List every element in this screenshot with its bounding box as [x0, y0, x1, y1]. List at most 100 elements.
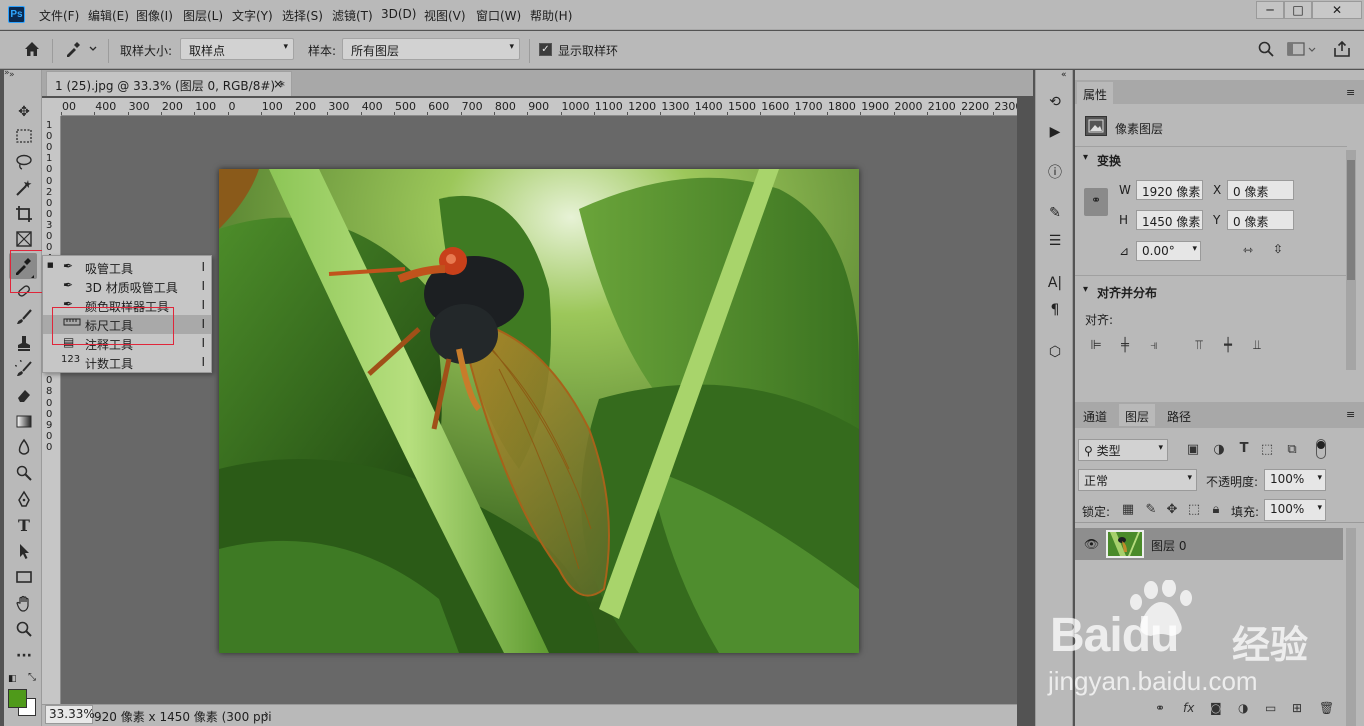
align-center-v-icon[interactable]: ┿ — [1220, 338, 1236, 353]
menu-layer[interactable]: 图层(L) — [183, 7, 223, 24]
width-field[interactable]: 1920 像素 — [1136, 180, 1203, 200]
hand-tool-icon[interactable] — [14, 594, 34, 614]
panel-menu-icon[interactable]: ≡ — [1346, 86, 1355, 99]
home-icon[interactable] — [22, 39, 42, 59]
marquee-tool-icon[interactable] — [14, 127, 34, 147]
zoom-level-field[interactable]: 33.33% — [45, 705, 95, 724]
angle-field[interactable]: 0.00° ▾ — [1136, 241, 1201, 261]
document-tab[interactable]: 1 (25).jpg @ 33.3% (图层 0, RGB/8#) * × — [46, 71, 292, 96]
default-colors-icon[interactable]: ◧ — [8, 674, 17, 684]
info-icon[interactable]: ⓘ — [1045, 163, 1065, 183]
align-top-icon[interactable]: ⫪ — [1191, 338, 1207, 353]
layer-name[interactable]: 图层 0 — [1151, 537, 1186, 554]
path-selection-tool-icon[interactable] — [14, 542, 34, 562]
eyedropper-preset-icon[interactable] — [62, 39, 100, 59]
move-tool-icon[interactable]: ✥ — [14, 102, 34, 122]
search-icon[interactable] — [1257, 40, 1275, 58]
blend-mode-select[interactable]: 正常 ▾ — [1078, 469, 1197, 491]
fill-field[interactable]: 100% ▾ — [1264, 499, 1326, 521]
menu-3d[interactable]: 3D(D) — [381, 7, 416, 21]
collapse-chevron-icon[interactable]: ▾ — [1083, 152, 1088, 163]
frame-tool-icon[interactable] — [14, 230, 34, 250]
x-field[interactable]: 0 像素 — [1227, 180, 1294, 200]
stamp-tool-icon[interactable] — [14, 334, 34, 354]
brush-settings-icon[interactable]: ✎ — [1045, 203, 1065, 223]
filter-shape-icon[interactable]: ⬚ — [1259, 442, 1275, 457]
menu-view[interactable]: 视图(V) — [424, 7, 466, 24]
character-icon[interactable]: A| — [1045, 273, 1065, 293]
minimize-button[interactable]: ─ — [1256, 1, 1284, 19]
close-tab-button[interactable]: × — [273, 77, 283, 91]
blur-tool-icon[interactable] — [14, 438, 34, 458]
flip-horizontal-icon[interactable]: ⇿ — [1243, 243, 1253, 257]
lock-artboard-icon[interactable]: ⬚ — [1186, 502, 1202, 517]
filter-type-icon[interactable]: T — [1236, 441, 1252, 456]
filter-toggle[interactable] — [1316, 439, 1326, 459]
play-actions-icon[interactable]: ▶ — [1045, 122, 1065, 142]
lock-all-icon[interactable]: 🔒︎ — [1208, 502, 1224, 517]
3d-cube-icon[interactable]: ⬡ — [1045, 342, 1065, 362]
opacity-field[interactable]: 100% ▾ — [1264, 469, 1326, 491]
filter-pixel-icon[interactable]: ▣ — [1185, 442, 1201, 457]
menu-image[interactable]: 图像(I) — [136, 7, 173, 24]
maximize-button[interactable]: □ — [1284, 1, 1312, 19]
sample-size-select[interactable]: 取样点 ▾ — [180, 38, 294, 60]
swap-colors-icon[interactable]: ⤡ — [28, 672, 36, 683]
tab-channels[interactable]: 通道 — [1077, 404, 1113, 426]
align-bottom-icon[interactable]: ⫫ — [1249, 338, 1265, 353]
panel-expand-icon[interactable]: » — [4, 68, 10, 78]
collapse-icon[interactable]: » — [9, 70, 15, 80]
flyout-item-count[interactable]: 123 计数工具 I — [43, 353, 211, 372]
adjustments-icon[interactable]: ☰ — [1045, 231, 1065, 251]
eye-visibility-icon[interactable]: 👁︎ — [1084, 537, 1099, 551]
status-menu-arrow[interactable]: › — [264, 707, 269, 721]
brush-tool-icon[interactable] — [14, 308, 34, 328]
menu-filter[interactable]: 滤镜(T) — [332, 7, 373, 24]
lock-transparent-icon[interactable]: ▦ — [1120, 502, 1136, 517]
rectangle-tool-icon[interactable] — [14, 568, 34, 588]
layer-row[interactable]: 👁︎ 图层 0 — [1075, 528, 1343, 560]
foreground-color-swatch[interactable] — [8, 689, 27, 708]
crop-tool-icon[interactable] — [14, 205, 34, 225]
close-window-button[interactable]: ✕ — [1312, 1, 1362, 19]
align-right-icon[interactable]: ⫣ — [1146, 338, 1162, 353]
more-tools-icon[interactable]: ··· — [14, 646, 34, 666]
filter-adjustment-icon[interactable]: ◑ — [1211, 442, 1227, 457]
dodge-tool-icon[interactable] — [14, 464, 34, 484]
magic-wand-tool-icon[interactable] — [14, 179, 34, 199]
workspace-icon[interactable] — [1287, 40, 1317, 58]
scrollbar-thumb[interactable] — [1347, 160, 1355, 280]
menu-edit[interactable]: 编辑(E) — [88, 7, 129, 24]
height-field[interactable]: 1450 像素 — [1136, 210, 1203, 230]
paragraph-icon[interactable]: ¶ — [1045, 300, 1065, 320]
tab-paths[interactable]: 路径 — [1161, 404, 1197, 426]
menu-help[interactable]: 帮助(H) — [530, 7, 572, 24]
menu-file[interactable]: 文件(F) — [39, 7, 79, 24]
history-brush-tool-icon[interactable] — [12, 357, 34, 380]
y-field[interactable]: 0 像素 — [1227, 210, 1294, 230]
lasso-tool-icon[interactable] — [14, 153, 34, 173]
tab-layers[interactable]: 图层 — [1119, 404, 1156, 426]
menu-select[interactable]: 选择(S) — [282, 7, 323, 24]
flyout-item-3d-eyedropper[interactable]: ✒ 3D 材质吸管工具 I — [43, 277, 211, 296]
type-tool-icon[interactable]: T — [14, 516, 34, 536]
gradient-tool-icon[interactable] — [14, 412, 34, 432]
show-ring-checkbox[interactable]: ✓ — [539, 43, 552, 56]
link-icon[interactable]: ⚭ — [1084, 188, 1108, 216]
lock-pixels-icon[interactable]: ✎ — [1143, 502, 1159, 517]
share-icon[interactable] — [1332, 39, 1352, 59]
align-left-icon[interactable]: ⊫ — [1088, 338, 1104, 353]
panel-menu-icon[interactable]: ≡ — [1346, 408, 1355, 421]
history-icon[interactable]: ⟲ — [1045, 92, 1065, 112]
align-center-h-icon[interactable]: ╪ — [1117, 338, 1133, 353]
layer-filter-select[interactable]: ⚲ 类型 ▾ — [1078, 439, 1168, 461]
sample-select[interactable]: 所有图层 ▾ — [342, 38, 520, 60]
zoom-tool-icon[interactable] — [14, 620, 34, 640]
tab-properties[interactable]: 属性 — [1077, 82, 1114, 104]
menu-type[interactable]: 文字(Y) — [232, 7, 273, 24]
menu-window[interactable]: 窗口(W) — [476, 7, 521, 24]
lock-position-icon[interactable]: ✥ — [1164, 502, 1180, 517]
collapse-icon[interactable]: « — [1061, 70, 1067, 80]
pen-tool-icon[interactable] — [14, 490, 34, 510]
flyout-item-eyedropper[interactable]: ■ ✒ 吸管工具 I — [43, 258, 211, 277]
